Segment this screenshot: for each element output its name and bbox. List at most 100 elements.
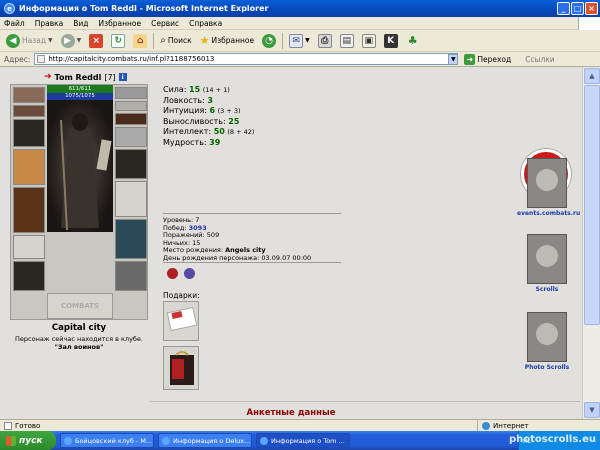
location-block: Capital city Персонаж сейчас находится в… <box>10 323 148 351</box>
helmet-slot[interactable] <box>115 127 147 147</box>
gift-item-card[interactable] <box>163 301 199 341</box>
go-arrow-icon: ➜ <box>464 53 476 65</box>
mail-button[interactable]: ✉ ▼ <box>287 32 312 50</box>
refresh-icon: ↻ <box>111 33 126 48</box>
forward-button[interactable]: ▶ ▼ <box>59 32 84 50</box>
ie-icon <box>260 436 268 445</box>
address-dropdown-button[interactable]: ▼ <box>448 53 459 65</box>
go-label: Переход <box>477 54 512 64</box>
ring-slot-1[interactable] <box>115 87 147 99</box>
scroll-up-button[interactable]: ▲ <box>584 68 600 84</box>
k-button[interactable]: K <box>382 32 400 50</box>
address-input[interactable]: http://capitalcity.combats.ru/inf.pl?118… <box>34 53 459 65</box>
back-button[interactable]: ◀ Назад ▼ <box>4 32 55 50</box>
hp-bar: 611/611 <box>47 85 113 93</box>
divider <box>150 401 580 402</box>
sidebar-item-photo-scrolls[interactable]: Photo Scrolls <box>517 312 577 371</box>
orb-slot[interactable] <box>115 219 147 259</box>
taskbar-item[interactable]: Информация о Tom ... <box>256 433 350 448</box>
chevron-down-icon[interactable]: ▼ <box>48 37 53 44</box>
stop-button[interactable]: × <box>87 32 105 50</box>
start-button[interactable]: пуск <box>0 431 56 450</box>
scrolls-label[interactable]: Scrolls <box>517 286 577 293</box>
stop-icon: × <box>89 33 104 48</box>
menu-file[interactable]: Файл <box>4 19 25 28</box>
location-text: Персонаж сейчас находится в клубе. <box>15 335 143 343</box>
minimize-button[interactable]: _ <box>557 2 570 15</box>
character-level: [7] <box>104 72 116 82</box>
search-button[interactable]: ⌕ Поиск <box>158 32 193 50</box>
menu-edit[interactable]: Правка <box>35 19 64 28</box>
refresh-button[interactable]: ↻ <box>109 32 127 50</box>
scroll-thumb[interactable] <box>584 85 600 325</box>
mail-icon: ✉ <box>289 33 304 48</box>
photo-scrolls-label[interactable]: Photo Scrolls <box>517 364 577 371</box>
stat-endurance: Выносливость: 25 <box>163 116 240 126</box>
close-button[interactable]: × <box>585 2 598 15</box>
combats-logo: COMBATS <box>47 293 113 319</box>
stat-intellect: Интеллект: 50 (8 + 42) <box>163 127 255 136</box>
menu-help[interactable]: Справка <box>189 19 222 28</box>
print-button[interactable]: ⎙ <box>316 32 334 50</box>
boots-slot[interactable] <box>115 261 147 291</box>
chevron-down-icon[interactable]: ▼ <box>77 37 82 44</box>
vertical-scrollbar[interactable]: ▲ ▼ <box>582 67 600 419</box>
armor-slot[interactable] <box>13 187 45 233</box>
home-button[interactable]: ⌂ <box>131 32 149 50</box>
back-label: Назад <box>22 36 47 45</box>
gift-item-bag[interactable] <box>163 346 199 390</box>
chevron-down-icon[interactable]: ▼ <box>305 37 310 44</box>
window-title: Информация о Tom Reddl - Microsoft Inter… <box>19 4 269 13</box>
search-icon: ⌕ <box>160 35 166 46</box>
info-icon[interactable]: i <box>118 73 127 81</box>
star-icon: ★ <box>199 34 210 47</box>
empty-slot[interactable] <box>13 235 45 259</box>
stat-wisdom: Мудрость: 39 <box>163 137 221 147</box>
ie-icon: e <box>4 3 15 14</box>
go-button[interactable]: ➜ Переход <box>464 53 512 65</box>
ring-slot-3[interactable] <box>115 113 147 125</box>
address-bar: Адрес: http://capitalcity.combats.ru/inf… <box>0 52 600 67</box>
weapon-slot[interactable] <box>13 149 45 185</box>
edit-icon: ▤ <box>339 33 354 48</box>
belt-slot[interactable] <box>13 261 45 291</box>
section-title: Анкетные данные <box>246 408 336 418</box>
events-label[interactable]: events.combats.ru <box>517 210 580 217</box>
clan-badge-icon[interactable] <box>167 268 178 279</box>
earrings-slot[interactable] <box>13 87 45 103</box>
search-label: Поиск <box>167 36 192 45</box>
taskbar-item[interactable]: Информация о Delux... <box>158 433 252 448</box>
window-title-bar: e Информация о Tom Reddl - Microsoft Int… <box>0 0 600 17</box>
messenger-button[interactable]: ♣ <box>404 32 422 50</box>
home-icon: ⌂ <box>133 33 148 48</box>
links-button[interactable]: Ссылки <box>525 55 554 64</box>
menu-bar: Файл Правка Вид Избранное Сервис Справка <box>0 17 600 30</box>
scrolls-banner-icon <box>527 234 567 284</box>
page-icon <box>37 55 46 63</box>
history-icon: ◔ <box>262 33 277 48</box>
gloves-slot[interactable] <box>115 149 147 179</box>
bracers-slot[interactable] <box>13 119 45 147</box>
discuss-button[interactable]: ▣ <box>360 32 378 50</box>
taskbar-item[interactable]: Бойцовский клуб - М... <box>60 433 154 448</box>
scroll-down-button[interactable]: ▼ <box>584 402 600 418</box>
rank-badge-icon[interactable] <box>184 268 195 279</box>
sidebar-item-scrolls[interactable]: Scrolls <box>517 234 577 293</box>
favorites-button[interactable]: ★ Избранное <box>198 32 256 50</box>
ring-slot-2[interactable] <box>115 101 147 111</box>
menu-favorites[interactable]: Избранное <box>99 19 142 28</box>
gifts-label: Подарки: <box>163 291 200 300</box>
status-zone: Интернет <box>478 421 529 430</box>
edit-button[interactable]: ▤ <box>338 32 356 50</box>
menu-tools[interactable]: Сервис <box>151 19 179 28</box>
sidebar-item-events[interactable]: events.combats.ru <box>517 158 580 217</box>
amulet-slot[interactable] <box>13 105 45 117</box>
menu-view[interactable]: Вид <box>73 19 88 28</box>
shield-slot[interactable] <box>115 181 147 217</box>
arrow-icon: ➔ <box>44 72 52 82</box>
location-place: "Зал воинов" <box>54 343 104 351</box>
history-button[interactable]: ◔ <box>260 32 278 50</box>
page-icon <box>4 421 12 430</box>
maximize-button[interactable]: □ <box>571 2 584 15</box>
status-bar: Готово Интернет <box>0 419 600 432</box>
